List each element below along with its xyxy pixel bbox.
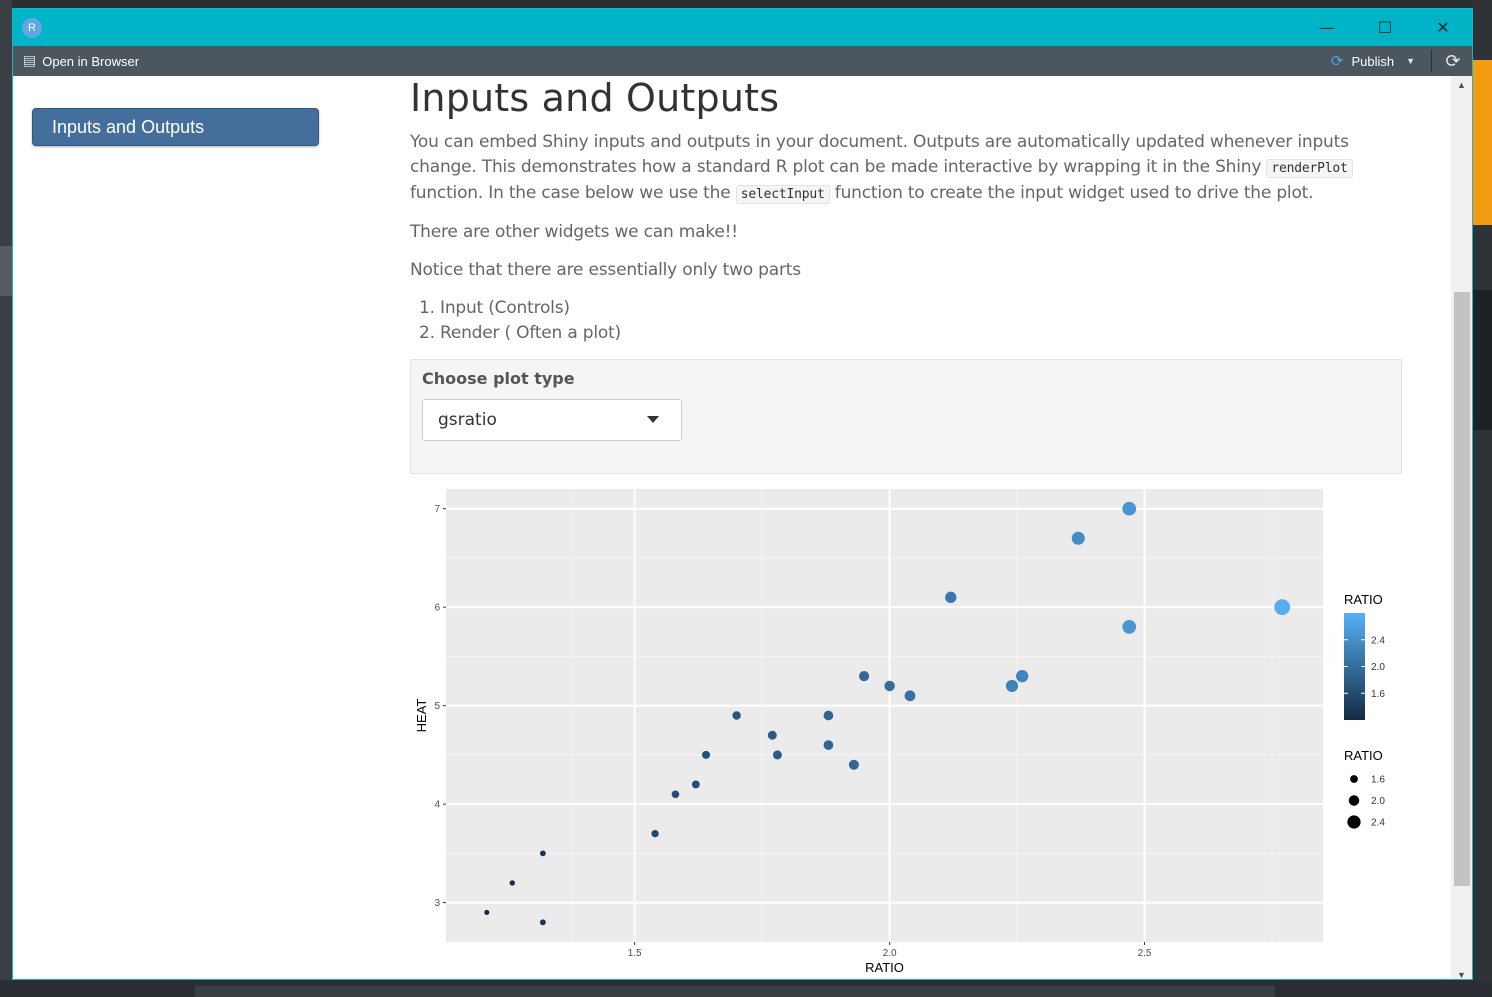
y-tick-label: 7	[434, 504, 440, 515]
y-tick-label: 6	[434, 603, 440, 614]
main-column: Inputs and Outputs You can embed Shiny i…	[410, 76, 1410, 346]
close-icon[interactable]: ✕	[1414, 9, 1472, 46]
size-legend-label: 1.6	[1371, 775, 1385, 786]
data-point	[1122, 501, 1137, 516]
color-legend-label: 2.4	[1371, 635, 1385, 646]
data-point	[732, 711, 741, 720]
plot-type-selected-value: gsratio	[438, 410, 497, 430]
background-app-left	[0, 0, 12, 997]
vertical-scrollbar[interactable]: ▲ ▼	[1451, 76, 1472, 979]
list-item: Render ( Often a plot)	[440, 321, 1410, 346]
publish-dropdown-icon[interactable]: ▼	[1406, 56, 1415, 66]
data-point	[1274, 599, 1291, 616]
data-point	[1122, 620, 1137, 634]
data-point	[945, 591, 957, 603]
x-axis-title: RATIO	[865, 960, 904, 975]
y-tick-label: 4	[434, 800, 440, 811]
data-point	[539, 850, 546, 857]
size-legend-label: 2.0	[1371, 796, 1385, 807]
data-point	[904, 690, 916, 702]
plot-type-select[interactable]: gsratio	[422, 399, 682, 441]
size-legend-key	[1347, 815, 1361, 829]
scroll-down-icon[interactable]: ▼	[1457, 970, 1466, 979]
data-point	[671, 790, 680, 799]
dropdown-caret-icon	[647, 416, 659, 423]
y-tick-label: 5	[434, 701, 440, 712]
data-point	[823, 740, 834, 750]
publish-icon[interactable]: ⟳	[1331, 52, 1344, 70]
data-point	[484, 909, 490, 915]
data-point	[1005, 679, 1019, 693]
data-point	[823, 710, 834, 721]
plot-type-label: Choose plot type	[422, 369, 575, 388]
data-point	[539, 919, 546, 926]
minimize-icon[interactable]: —	[1298, 9, 1356, 46]
background-app-highlight	[0, 246, 12, 296]
document-content: Inputs and Outputs Inputs and Outputs Yo…	[13, 76, 1451, 979]
background-app-dark-panel	[1472, 290, 1492, 430]
browser-icon: ▤	[23, 53, 37, 69]
code-selectinput: selectInput	[735, 185, 830, 204]
page-title: Inputs and Outputs	[410, 76, 780, 120]
x-tick-label: 2.5	[1138, 948, 1152, 959]
data-point	[884, 680, 895, 692]
data-point	[691, 780, 700, 789]
title-bar[interactable]: R — ☐ ✕	[13, 9, 1472, 46]
color-legend-title: RATIO	[1344, 592, 1383, 607]
intro-paragraph: You can embed Shiny inputs and outputs i…	[410, 130, 1410, 207]
y-axis-title: HEAT	[414, 699, 429, 733]
data-point	[651, 830, 659, 838]
scatter-plot: 1.5 2.0 2.5 3 4 5 6 7 RATIO HEAT RATIO 2.4 2.0 1.6 RAT…	[414, 489, 1385, 975]
shiny-viewer-window: R — ☐ ✕ ▤ Open in Browser ⟳ Publish ▼ ⟳ …	[12, 8, 1473, 980]
parts-list: Input (Controls) Render ( Often a plot)	[440, 296, 1410, 346]
widgets-paragraph: There are other widgets we can make!!	[410, 222, 738, 242]
y-tick-label: 3	[434, 898, 440, 909]
data-point	[1071, 531, 1085, 545]
open-in-browser-label: Open in Browser	[42, 53, 140, 69]
x-tick-label: 1.5	[628, 948, 642, 959]
scrollbar-thumb[interactable]	[1454, 292, 1470, 886]
intro-text-3: function to create the input widget used…	[829, 183, 1314, 203]
toolbar-right: ⟳ Publish ▼ ⟳	[1331, 50, 1472, 72]
scroll-up-icon[interactable]: ▲	[1457, 80, 1466, 90]
color-legend-label: 1.6	[1371, 689, 1385, 700]
data-point	[848, 759, 859, 770]
background-app-bottom-bar	[195, 986, 1275, 997]
list-item: Input (Controls)	[440, 296, 1410, 321]
size-legend-key	[1350, 775, 1358, 783]
size-legend-label: 2.4	[1371, 818, 1385, 829]
size-legend-title: RATIO	[1344, 748, 1383, 763]
viewer-toolbar: ▤ Open in Browser ⟳ Publish ▼ ⟳	[13, 46, 1472, 76]
data-point	[702, 750, 711, 759]
intro-text-2: function. In the case below we use the	[410, 183, 736, 203]
open-in-browser-button[interactable]: ▤ Open in Browser	[23, 53, 139, 69]
refresh-icon[interactable]: ⟳	[1440, 51, 1466, 72]
toolbar-separator	[1431, 50, 1432, 72]
x-tick-label: 2.0	[883, 948, 897, 959]
size-legend-key	[1348, 795, 1360, 806]
color-legend-label: 2.0	[1371, 662, 1385, 673]
intro-text-1: You can embed Shiny inputs and outputs i…	[410, 132, 1349, 177]
plot-panel	[446, 489, 1323, 942]
data-point	[859, 671, 870, 682]
background-app-orange-panel	[1472, 60, 1492, 225]
data-point	[772, 750, 782, 760]
code-renderplot: renderPlot	[1266, 159, 1353, 178]
input-panel: Choose plot type gsratio	[410, 359, 1402, 474]
maximize-icon[interactable]: ☐	[1356, 9, 1414, 46]
window-controls: — ☐ ✕	[1298, 9, 1472, 46]
publish-button[interactable]: Publish	[1351, 54, 1394, 69]
data-point	[767, 730, 777, 740]
data-point	[509, 880, 515, 886]
toc-item-inputs-and-outputs[interactable]: Inputs and Outputs	[32, 108, 319, 146]
data-point	[1016, 669, 1029, 683]
r-app-icon: R	[22, 17, 42, 38]
two-parts-paragraph: Notice that there are essentially only t…	[410, 260, 801, 280]
